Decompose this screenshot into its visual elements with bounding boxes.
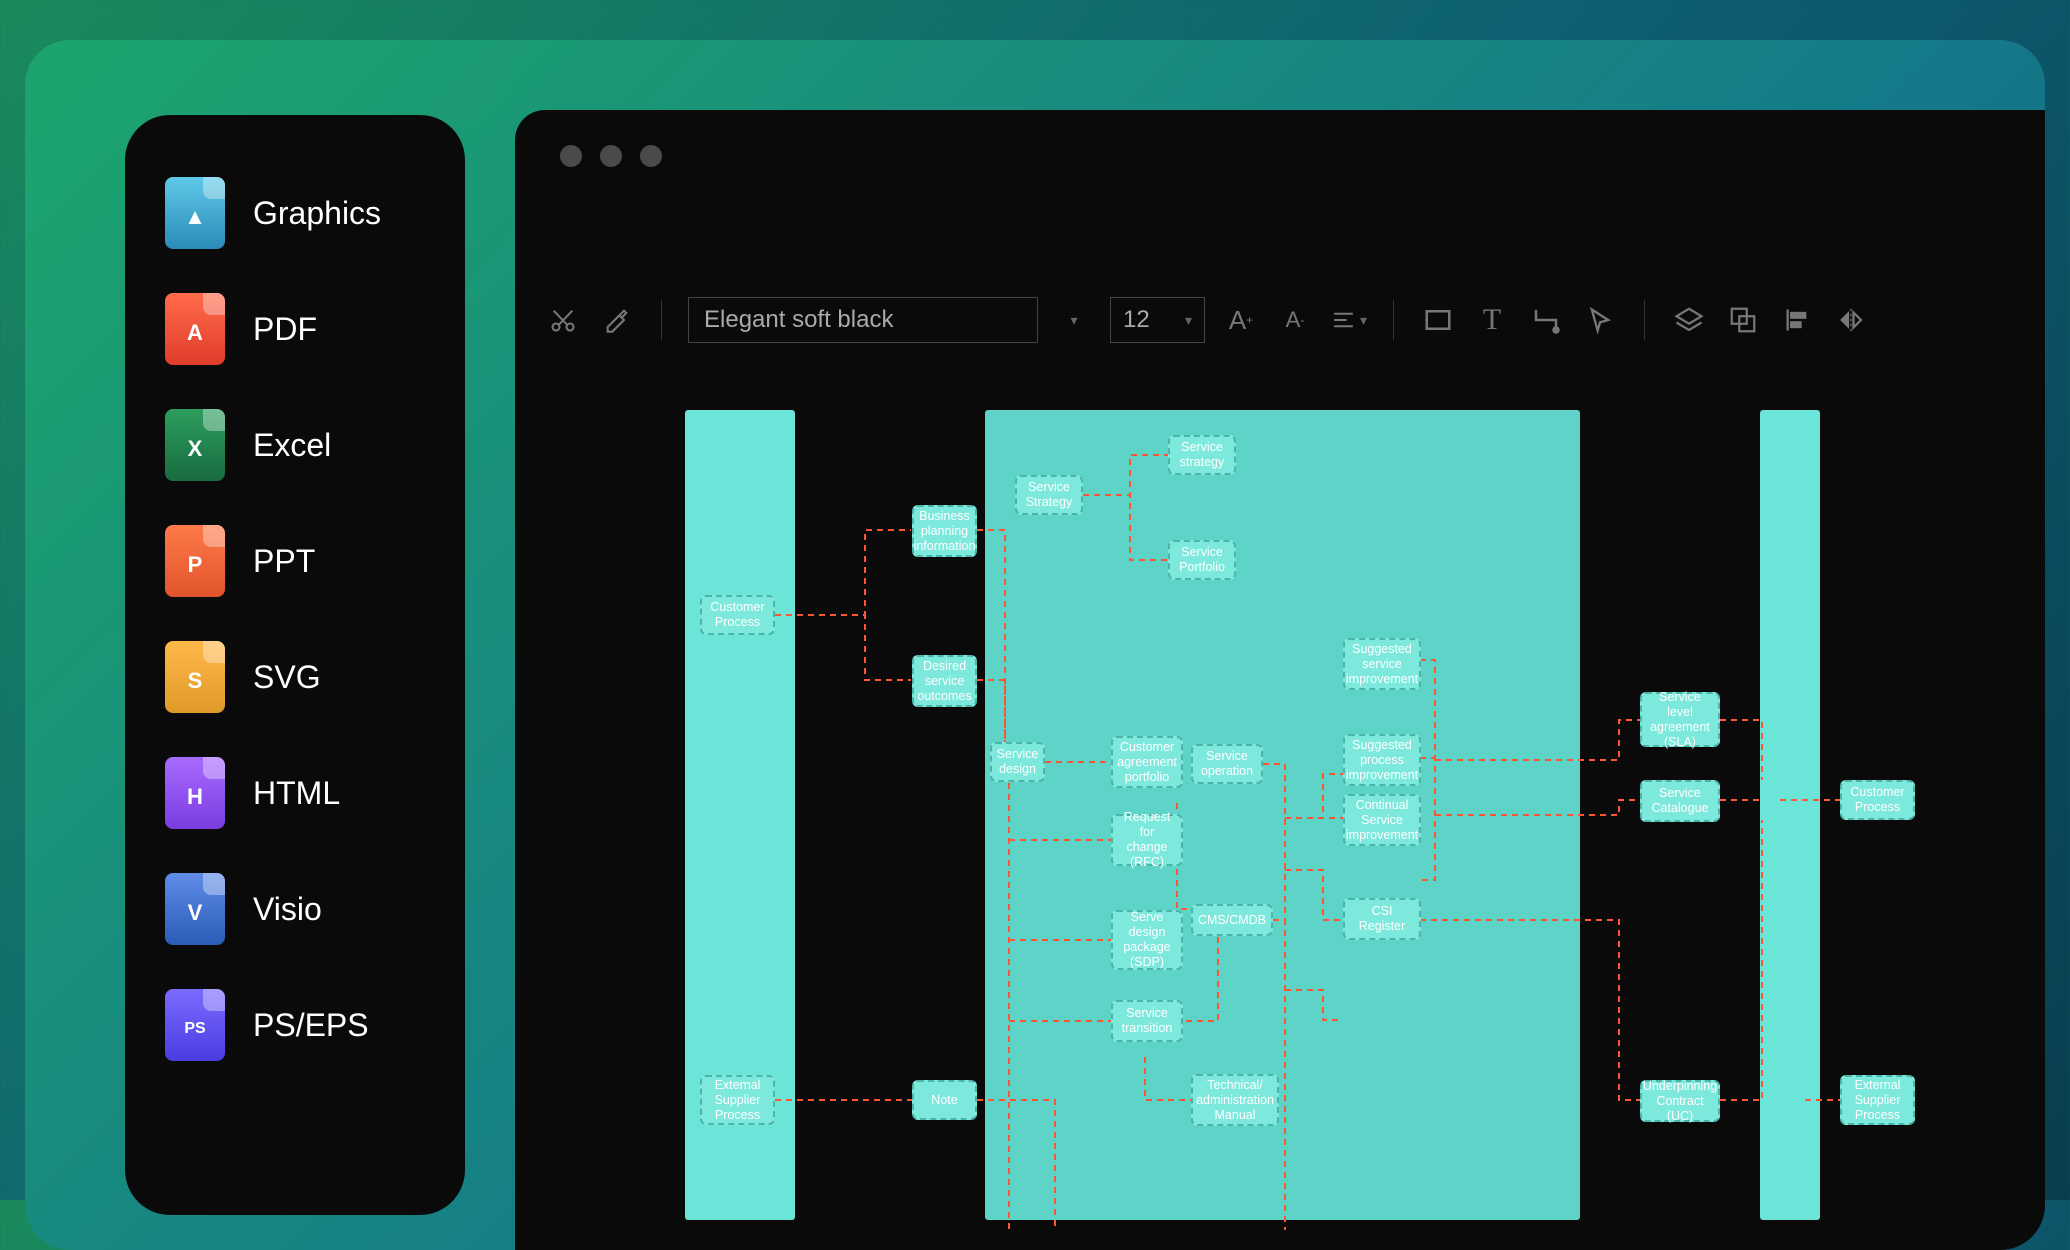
node-service-strategy-in[interactable]: Service Strategy <box>1015 475 1083 515</box>
node-sla[interactable]: Service level agreement (SLA) <box>1640 692 1720 747</box>
close-dot[interactable] <box>560 145 582 167</box>
lane-middle[interactable] <box>985 410 1580 1220</box>
node-service-design[interactable]: Service design <box>990 742 1045 782</box>
excel-icon: X <box>165 409 225 481</box>
node-business-planning[interactable]: Business planning information <box>912 505 977 557</box>
toolbar: Elegant soft black ▾ 12 ▾ A+ A- ▾ T <box>545 290 2045 350</box>
font-family-select[interactable]: Elegant soft black <box>688 297 1038 343</box>
html-icon: H <box>165 757 225 829</box>
export-label: Graphics <box>253 195 381 232</box>
font-name: Elegant soft black <box>704 306 893 334</box>
svg-icon: S <box>165 641 225 713</box>
export-svg[interactable]: S SVG <box>155 619 435 735</box>
node-desired-outcomes[interactable]: Desired service outcomes <box>912 655 977 707</box>
node-request-change[interactable]: Request for change (RFC) <box>1111 814 1183 866</box>
node-service-transition[interactable]: Service transition <box>1111 1000 1183 1042</box>
minimize-dot[interactable] <box>600 145 622 167</box>
node-serve-design-pkg[interactable]: Serve design package (SDP) <box>1111 910 1183 970</box>
export-label: HTML <box>253 775 340 812</box>
align-left-icon[interactable] <box>1779 302 1815 338</box>
font-size: 12 <box>1123 306 1150 334</box>
node-service-operation[interactable]: Service operation <box>1191 744 1263 784</box>
editor-window: Elegant soft black ▾ 12 ▾ A+ A- ▾ T <box>515 110 2045 1250</box>
node-service-strategy-out[interactable]: Service strategy <box>1168 435 1236 475</box>
export-pdf[interactable]: A PDF <box>155 271 435 387</box>
ppt-icon: P <box>165 525 225 597</box>
rectangle-icon[interactable] <box>1420 302 1456 338</box>
pseps-icon: PS <box>165 989 225 1061</box>
export-visio[interactable]: V Visio <box>155 851 435 967</box>
export-sidebar: ▲ Graphics A PDF X Excel P PPT S SVG H H… <box>125 115 465 1215</box>
export-label: Visio <box>253 891 322 928</box>
text-tool-icon[interactable]: T <box>1474 302 1510 338</box>
diagram-canvas[interactable]: Customer Process External Supplier Proce… <box>515 380 2045 1250</box>
node-csi-register[interactable]: CSI Register <box>1343 898 1421 940</box>
node-continual-service[interactable]: Continual Service improvement <box>1343 794 1421 846</box>
node-underpinning[interactable]: Underpinning Contract (UC) <box>1640 1080 1720 1122</box>
font-dropdown-icon[interactable]: ▾ <box>1056 302 1092 338</box>
visio-icon: V <box>165 873 225 945</box>
export-label: PS/EPS <box>253 1007 369 1044</box>
node-external-supplier-r[interactable]: External Supplier Process <box>1840 1075 1915 1125</box>
connector-icon[interactable] <box>1528 302 1564 338</box>
font-decrease-icon[interactable]: A- <box>1277 302 1313 338</box>
node-external-supplier[interactable]: External Supplier Process <box>700 1075 775 1125</box>
node-service-catalogue[interactable]: Service Catalogue <box>1640 780 1720 822</box>
node-tech-admin[interactable]: Technical/ administration Manual <box>1191 1074 1279 1126</box>
export-html[interactable]: H HTML <box>155 735 435 851</box>
export-label: PDF <box>253 311 317 348</box>
export-label: PPT <box>253 543 315 580</box>
cut-icon[interactable] <box>545 302 581 338</box>
pointer-icon[interactable] <box>1582 302 1618 338</box>
export-graphics[interactable]: ▲ Graphics <box>155 155 435 271</box>
node-customer-process[interactable]: Customer Process <box>700 595 775 635</box>
node-cms-cmdb[interactable]: CMS/CMDB <box>1191 904 1273 936</box>
layers-icon[interactable] <box>1671 302 1707 338</box>
font-increase-icon[interactable]: A+ <box>1223 302 1259 338</box>
export-label: Excel <box>253 427 331 464</box>
font-size-select[interactable]: 12 ▾ <box>1110 297 1205 343</box>
flip-icon[interactable] <box>1833 302 1869 338</box>
window-controls <box>560 145 662 167</box>
node-service-portfolio[interactable]: Service Portfolio <box>1168 540 1236 580</box>
export-label: SVG <box>253 659 321 696</box>
node-suggested-process[interactable]: Suggested process improvement <box>1343 734 1421 786</box>
align-icon[interactable]: ▾ <box>1331 302 1367 338</box>
export-excel[interactable]: X Excel <box>155 387 435 503</box>
maximize-dot[interactable] <box>640 145 662 167</box>
lane-right[interactable] <box>1760 410 1820 1220</box>
node-suggested-service[interactable]: Suggested service improvement <box>1343 638 1421 690</box>
pdf-icon: A <box>165 293 225 365</box>
group-icon[interactable] <box>1725 302 1761 338</box>
node-customer-agreement[interactable]: Customer agreement portfolio <box>1111 736 1183 788</box>
node-customer-process-r[interactable]: Customer Process <box>1840 780 1915 820</box>
node-note[interactable]: Note <box>912 1080 977 1120</box>
export-ppt[interactable]: P PPT <box>155 503 435 619</box>
graphics-icon: ▲ <box>165 177 225 249</box>
brush-icon[interactable] <box>599 302 635 338</box>
export-pseps[interactable]: PS PS/EPS <box>155 967 435 1083</box>
